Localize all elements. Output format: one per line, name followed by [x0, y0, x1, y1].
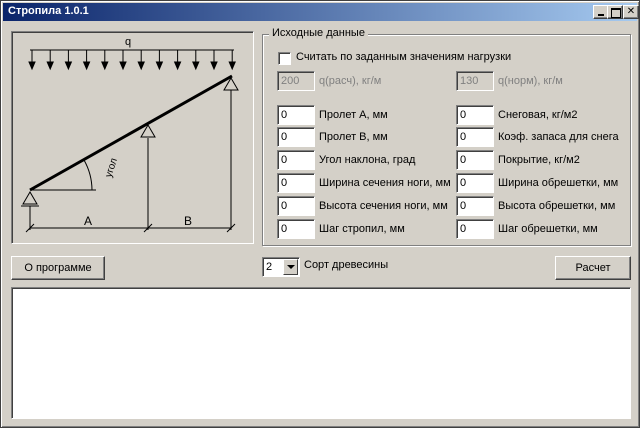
dimension-a-label: A [84, 214, 92, 228]
span-a-input[interactable]: 0 [277, 105, 315, 125]
wood-grade-select[interactable]: 2 [262, 257, 300, 277]
use-load-checkbox[interactable] [278, 52, 291, 65]
load-arrow-head [101, 61, 109, 71]
batten-width-input[interactable]: 0 [456, 173, 494, 193]
chevron-down-icon[interactable] [283, 259, 298, 275]
batten-width-label: Ширина обрешетки, мм [498, 177, 619, 189]
span-a-label: Пролет А, мм [319, 109, 388, 121]
wood-grade-value: 2 [266, 261, 273, 273]
load-arrow-head [82, 61, 91, 71]
window-title: Стропила 1.0.1 [8, 5, 89, 17]
leg-height-input[interactable]: 0 [277, 196, 315, 216]
slope-angle-label: Угол наклона, град [319, 154, 416, 166]
q-calc-input[interactable]: 200 [277, 71, 315, 91]
maximize-button[interactable] [607, 5, 623, 19]
load-arrow-head [119, 61, 127, 71]
load-arrows [28, 49, 236, 71]
leg-width-label: Ширина сечения ноги, мм [319, 177, 451, 189]
input-data-group-title: Исходные данные [269, 27, 368, 39]
load-arrow-head [192, 61, 200, 71]
use-load-checkbox-label[interactable]: Считать по заданным значениям нагрузки [296, 51, 511, 63]
load-arrow-head [155, 61, 164, 71]
batten-height-input[interactable]: 0 [456, 196, 494, 216]
q-norm-label: q(норм), кг/м [498, 75, 563, 87]
q-norm-input[interactable]: 130 [456, 71, 494, 91]
load-arrow-head [173, 61, 182, 71]
diagram-panel: q угол A B [11, 31, 254, 244]
wood-grade-label: Сорт древесины [304, 259, 389, 271]
rafter-step-label: Шаг стропил, мм [319, 223, 405, 235]
main-window: Стропила 1.0.1 ✕ q угол A B Исходные дан… [0, 0, 640, 428]
leg-height-label: Высота сечения ноги, мм [319, 200, 448, 212]
roofing-input[interactable]: 0 [456, 150, 494, 170]
load-arrow-head [137, 61, 145, 71]
load-arrow-head [46, 61, 54, 71]
load-arrow-head [64, 61, 73, 71]
support-left [22, 191, 38, 205]
batten-step-input[interactable]: 0 [456, 219, 494, 239]
batten-height-label: Высота обрешетки, мм [498, 200, 616, 212]
leg-width-input[interactable]: 0 [277, 173, 315, 193]
snow-load-label: Снеговая, кг/м2 [498, 109, 578, 121]
snow-load-input[interactable]: 0 [456, 105, 494, 125]
span-b-label: Пролет В, мм [319, 131, 388, 143]
rafter-diagram: q угол A B [21, 36, 239, 233]
angle-label: угол [103, 157, 120, 179]
slope-angle-input[interactable]: 0 [277, 150, 315, 170]
rafter-beam [29, 74, 233, 192]
calculate-button[interactable]: Расчет [555, 256, 631, 280]
title-bar[interactable]: Стропила 1.0.1 ✕ [3, 3, 639, 21]
dimension-b-label: B [184, 214, 192, 228]
q-calc-label: q(расч), кг/м [319, 75, 382, 87]
close-button[interactable]: ✕ [623, 5, 639, 19]
load-arrow-head [210, 61, 218, 71]
rafter-step-input[interactable]: 0 [277, 219, 315, 239]
batten-step-label: Шаг обрешетки, мм [498, 223, 598, 235]
load-arrow-head [28, 61, 36, 71]
about-button[interactable]: О программе [11, 256, 105, 280]
snow-factor-input[interactable]: 0 [456, 127, 494, 147]
load-label: q [125, 36, 131, 48]
snow-factor-label: Коэф. запаса для снега [498, 131, 619, 143]
results-output[interactable] [11, 287, 631, 419]
span-b-input[interactable]: 0 [277, 127, 315, 147]
roofing-label: Покрытие, кг/м2 [498, 154, 580, 166]
load-arrow-head [228, 61, 236, 71]
